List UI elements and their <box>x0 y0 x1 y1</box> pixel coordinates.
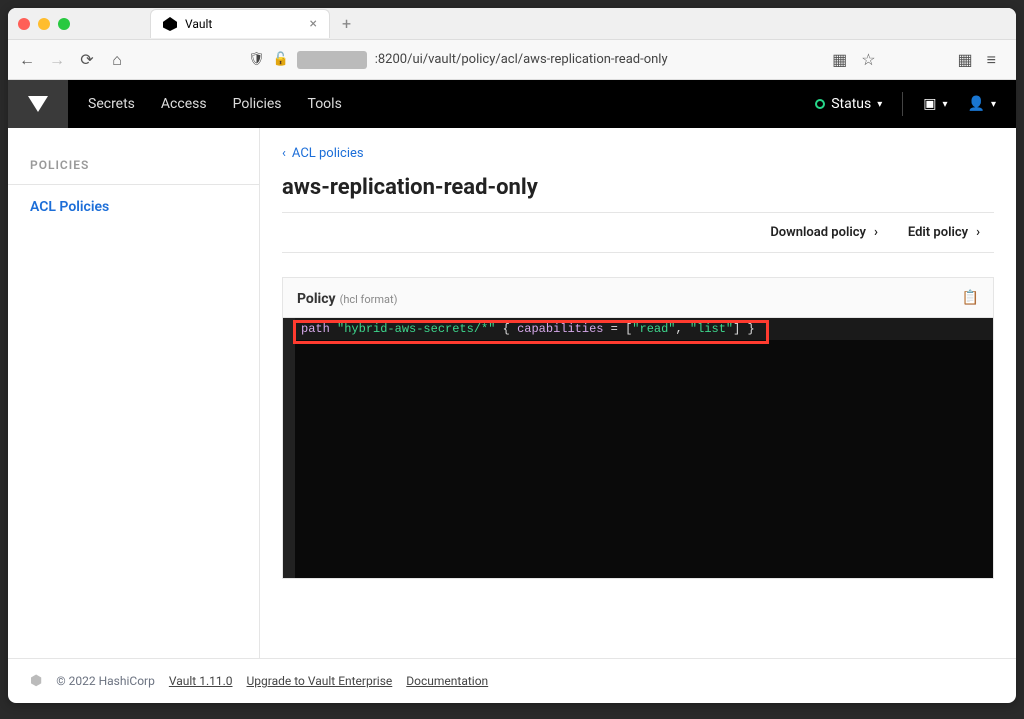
url-bar[interactable]: 🛡 🔓 :8200/ui/vault/policy/acl/aws-replic… <box>238 51 820 69</box>
reload-button[interactable]: ⟳ <box>78 50 96 69</box>
action-bar: Download policy › Edit policy › <box>282 212 994 253</box>
chevron-down-icon: ▾ <box>991 99 996 110</box>
menu-icon[interactable]: ≡ <box>987 50 996 70</box>
shield-icon: 🛡 <box>248 52 265 67</box>
edit-policy-button[interactable]: Edit policy › <box>908 225 980 240</box>
chevron-right-icon: › <box>874 225 878 240</box>
close-icon[interactable]: × <box>310 16 317 32</box>
divider <box>902 92 903 116</box>
back-button[interactable]: ← <box>18 50 36 70</box>
nav-secrets[interactable]: Secrets <box>88 96 135 112</box>
nav-tools[interactable]: Tools <box>308 96 342 112</box>
nav-policies[interactable]: Policies <box>233 96 282 112</box>
url-path: :8200/ui/vault/policy/acl/aws-replicatio… <box>375 52 668 67</box>
code-line: path "hybrid-aws-secrets/*" { capabiliti… <box>295 318 993 340</box>
window-minimize[interactable] <box>38 18 50 30</box>
policy-panel-subtitle: (hcl format) <box>340 293 398 306</box>
chevron-down-icon: ▾ <box>943 99 948 110</box>
vault-logo[interactable] <box>8 80 68 128</box>
chevron-down-icon: ▾ <box>877 99 882 110</box>
user-menu[interactable]: 👤 ▾ <box>968 96 996 112</box>
console-menu[interactable]: ▣ ▾ <box>923 96 947 112</box>
code-gutter <box>283 318 295 578</box>
footer-version-link[interactable]: Vault 1.11.0 <box>169 674 233 688</box>
nav-access[interactable]: Access <box>161 96 207 112</box>
app-header: Secrets Access Policies Tools Status ▾ ▣… <box>8 80 1016 128</box>
grid-icon[interactable]: ▦ <box>832 50 847 69</box>
code-editor[interactable]: path "hybrid-aws-secrets/*" { capabiliti… <box>283 318 993 578</box>
bookmark-star-icon[interactable]: ☆ <box>861 50 875 69</box>
new-tab-button[interactable]: + <box>342 14 351 33</box>
footer: ⬢ © 2022 HashiCorp Vault 1.11.0 Upgrade … <box>8 658 1016 703</box>
copy-icon[interactable]: 📋 <box>962 290 979 306</box>
vault-logo-icon <box>28 96 48 112</box>
extensions-icon[interactable]: ▦ <box>958 50 973 69</box>
terminal-icon: ▣ <box>923 96 936 112</box>
breadcrumb-back[interactable]: ‹ ACL policies <box>282 146 994 161</box>
chevron-right-icon: › <box>976 225 980 240</box>
url-host-redacted <box>297 51 367 69</box>
footer-upgrade-link[interactable]: Upgrade to Vault Enterprise <box>247 674 393 688</box>
browser-toolbar: ← → ⟳ ⌂ 🛡 🔓 :8200/ui/vault/policy/acl/aw… <box>8 40 1016 80</box>
lock-insecure-icon: 🔓 <box>273 52 289 67</box>
status-dot-icon <box>815 99 825 109</box>
user-icon: 👤 <box>968 96 985 112</box>
vault-favicon-icon <box>163 17 177 31</box>
status-label: Status <box>831 96 871 112</box>
breadcrumb-label: ACL policies <box>292 146 364 161</box>
home-button[interactable]: ⌂ <box>108 50 126 70</box>
download-policy-button[interactable]: Download policy › <box>770 225 878 240</box>
window-maximize[interactable] <box>58 18 70 30</box>
policy-panel-title: Policy <box>297 291 336 307</box>
chevron-left-icon: ‹ <box>282 146 286 161</box>
footer-docs-link[interactable]: Documentation <box>406 674 488 688</box>
forward-button[interactable]: → <box>48 50 66 70</box>
status-menu[interactable]: Status ▾ <box>815 96 882 112</box>
policy-panel: Policy (hcl format) 📋 path "hybrid-aws-s… <box>282 277 994 579</box>
action-label: Edit policy <box>908 225 968 240</box>
sidebar-item-acl-policies[interactable]: ACL Policies <box>8 185 259 229</box>
footer-copyright: © 2022 HashiCorp <box>56 674 155 688</box>
sidebar: POLICIES ACL Policies <box>8 128 260 658</box>
tab-title: Vault <box>185 17 212 31</box>
hashicorp-icon: ⬢ <box>30 673 42 689</box>
page-title: aws-replication-read-only <box>282 175 994 200</box>
browser-tab[interactable]: Vault × <box>150 9 330 38</box>
action-label: Download policy <box>770 225 866 240</box>
sidebar-section-header: POLICIES <box>8 150 259 185</box>
window-close[interactable] <box>18 18 30 30</box>
browser-titlebar: Vault × + <box>8 8 1016 40</box>
